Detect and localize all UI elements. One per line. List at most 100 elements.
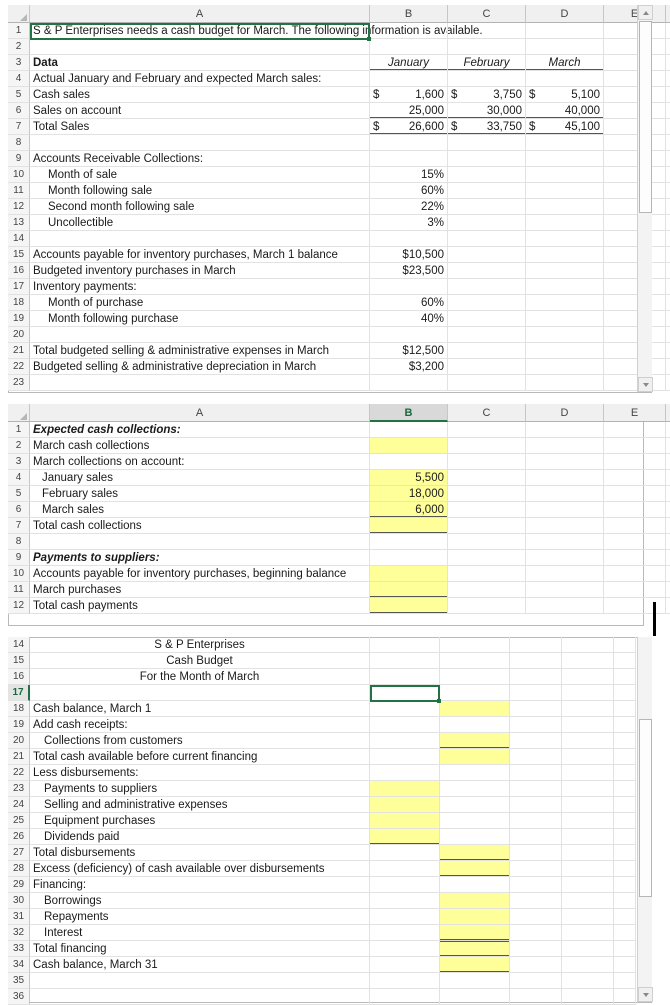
row-header-11[interactable]: 11 [8,582,30,598]
cell-B34[interactable] [370,957,440,973]
cell-C5[interactable]: $3,750 [448,87,526,103]
cell-F34[interactable] [614,957,636,973]
row-header-27[interactable]: 27 [8,845,30,861]
cell-F1[interactable] [666,23,670,39]
cell-E12[interactable] [604,598,666,614]
cell-E31[interactable] [562,909,614,925]
cell-D3[interactable] [526,454,604,470]
cell-A8[interactable] [30,135,370,151]
cell-D4[interactable] [526,71,604,87]
cell-A28[interactable]: Excess (deficiency) of cash available ov… [30,861,370,877]
cell-F2[interactable] [666,438,670,454]
data-assumptions-panel[interactable]: ABCDE 1S & P Enterprises needs a cash bu… [8,5,670,393]
cell-F31[interactable] [614,909,636,925]
row-header-25[interactable]: 25 [8,813,30,829]
cell-E1[interactable] [604,23,666,39]
cell-E8[interactable] [604,534,666,550]
cell-F33[interactable] [614,941,636,957]
cell-C6[interactable]: 30,000 [448,103,526,119]
cell-A7[interactable]: Total Sales [30,119,370,135]
column-header-C[interactable]: C [448,404,526,422]
cell-A3[interactable]: Data [30,55,370,71]
cell-B12[interactable]: 22% [370,199,448,215]
row-header-1[interactable]: 1 [8,23,30,39]
cell-B24[interactable] [370,797,440,813]
cell-F19[interactable] [614,717,636,733]
cell-F5[interactable] [666,87,670,103]
row-header-1[interactable]: 1 [8,422,30,438]
cell-A23[interactable] [30,375,370,391]
cell-A17[interactable]: Inventory payments: [30,279,370,295]
cell-A11[interactable]: March purchases [30,582,370,598]
cell-B4[interactable]: 5,500 [370,470,448,486]
row-header-12[interactable]: 12 [8,598,30,614]
cell-E6[interactable] [604,103,666,119]
row-header-15[interactable]: 15 [8,653,30,669]
cell-D31[interactable] [510,909,562,925]
cell-E4[interactable] [604,71,666,87]
cell-E16[interactable] [604,263,666,279]
cell-C23[interactable] [440,781,510,797]
cell-B7[interactable]: $26,600 [370,119,448,135]
row-header-22[interactable]: 22 [8,359,30,375]
cell-A27[interactable]: Total disbursements [30,845,370,861]
cell-A21[interactable]: Total cash available before current fina… [30,749,370,765]
row-header-28[interactable]: 28 [8,861,30,877]
cell-F21[interactable] [614,749,636,765]
cell-F14[interactable] [666,231,670,247]
cell-C18[interactable] [440,701,510,717]
cell-F13[interactable] [666,215,670,231]
cash-budget-panel[interactable]: 14 S & P Enterprises 15 Cash Budget 16 For th… [8,637,653,1005]
cell-D12[interactable] [526,598,604,614]
cell-D9[interactable] [526,550,604,566]
cell-C16[interactable] [448,263,526,279]
cell-A9[interactable]: Payments to suppliers: [30,550,370,566]
cell-E35[interactable] [562,973,614,989]
row-header-7[interactable]: 7 [8,119,30,135]
cell-C6[interactable] [448,502,526,518]
cell-E13[interactable] [604,215,666,231]
cell-D24[interactable] [510,797,562,813]
column-header-D[interactable]: D [526,404,604,422]
cell-E8[interactable] [604,135,666,151]
cell-D10[interactable] [526,566,604,582]
cell-A4[interactable]: Actual January and February and expected… [30,71,370,87]
row-header-5[interactable]: 5 [8,486,30,502]
cell-F1[interactable] [666,422,670,438]
cell-E19[interactable] [604,311,666,327]
cell-E17[interactable] [604,279,666,295]
cell-A12[interactable]: Total cash payments [30,598,370,614]
cell-D8[interactable] [526,534,604,550]
cell-C4[interactable] [448,470,526,486]
cell-A6[interactable]: March sales [30,502,370,518]
cell-C16[interactable] [440,669,510,685]
row-header-4[interactable]: 4 [8,470,30,486]
row-header-2[interactable]: 2 [8,438,30,454]
cell-C15[interactable] [440,653,510,669]
cell-C11[interactable] [448,183,526,199]
cell-C12[interactable] [448,598,526,614]
cell-B11[interactable] [370,582,448,598]
cell-C10[interactable] [448,167,526,183]
cell-B23[interactable] [370,375,448,391]
cell-C17[interactable] [448,279,526,295]
cell-E10[interactable] [604,167,666,183]
cell-D13[interactable] [526,215,604,231]
cell-B10[interactable]: 15% [370,167,448,183]
cell-D4[interactable] [526,470,604,486]
cell-D2[interactable] [526,438,604,454]
cell-F16[interactable] [666,263,670,279]
cell-A19[interactable]: Add cash receipts: [30,717,370,733]
cell-B5[interactable]: $1,600 [370,87,448,103]
cell-E21[interactable] [562,749,614,765]
cell-D29[interactable] [510,877,562,893]
cell-F7[interactable] [666,518,670,534]
cell-B6[interactable]: 25,000 [370,103,448,119]
cell-B13[interactable]: 3% [370,215,448,231]
cell-B6[interactable]: 6,000 [370,502,448,518]
cell-E3[interactable] [604,454,666,470]
cell-E11[interactable] [604,183,666,199]
cell-E20[interactable] [604,327,666,343]
cell-B20[interactable] [370,733,440,749]
cell-D5[interactable]: $5,100 [526,87,604,103]
